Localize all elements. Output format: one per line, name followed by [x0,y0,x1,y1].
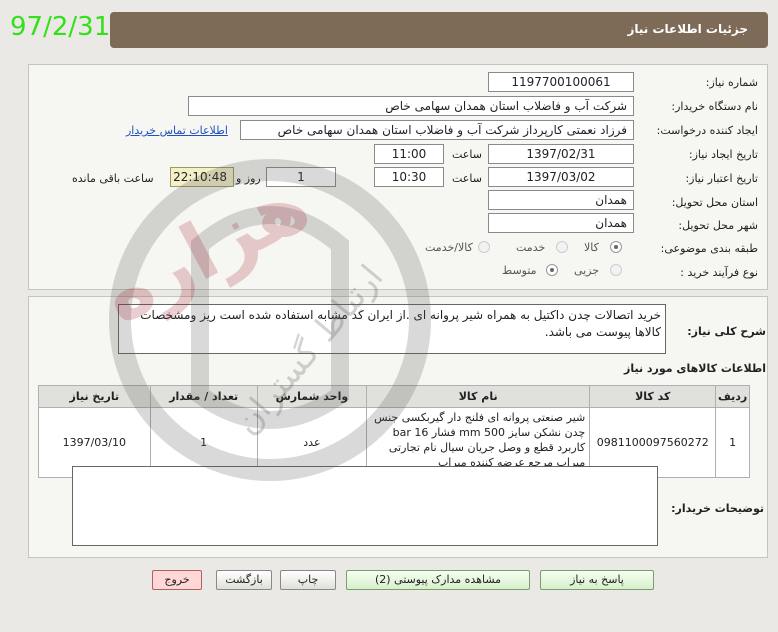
col-code: کد کالا [589,385,717,408]
purchase-radio-medium[interactable] [546,264,558,276]
buyer-contact-link[interactable]: اطلاعات تماس خریدار [126,124,228,137]
category-option-both: کالا/خدمت [425,241,473,254]
category-radio-goods[interactable] [610,241,622,253]
col-name: نام کالا [366,385,591,408]
buyer-notes-label: توضیحات خریدار: [671,502,764,515]
items-table: ردیف کد کالا نام کالا واحد شمارش تعداد /… [38,385,750,478]
validity-date-field: 1397/03/02 [488,167,634,187]
need-number-label: شماره نیاز: [705,76,758,89]
col-qty: تعداد / مقدار [149,385,258,408]
purchase-radio-minor[interactable] [610,264,622,276]
city-label: شهر محل تحویل: [678,219,758,232]
summary-label: شرح کلی نیاز: [687,325,766,338]
category-option-service: خدمت [516,241,546,254]
print-button[interactable]: چاپ [280,570,336,590]
page-title: جزئیات اطلاعات نیاز [627,22,748,36]
category-radio-service[interactable] [556,241,568,253]
purchase-option-medium: متوسط [502,264,537,277]
validity-time-label: ساعت [452,172,482,185]
date-stamp: 97/2/31 [10,12,111,42]
items-section-title: اطلاعات کالاهای مورد نیاز [624,362,766,375]
remaining-days-field: 1 [266,167,336,187]
items-table-header: ردیف کد کالا نام کالا واحد شمارش تعداد /… [38,385,750,408]
buyer-org-label: نام دستگاه خریدار: [671,100,758,113]
summary-text: خرید اتصالات چدن داکتیل به همراه شیر پرو… [118,304,666,354]
requester-label: ایجاد کننده درخواست: [656,124,758,137]
category-radio-both[interactable] [478,241,490,253]
days-label: روز و [236,172,261,185]
purchase-option-minor: جزیی [574,264,600,277]
created-time-field: 11:00 [374,144,444,164]
buyer-org-field: شرکت آب و فاضلاب استان همدان سهامی خاص [188,96,634,116]
col-date: تاریخ نیاز [38,385,151,408]
province-label: استان محل تحویل: [671,196,758,209]
purchase-type-label: نوع فرآیند خرید : [680,266,758,279]
created-time-label: ساعت [452,148,482,161]
province-field: همدان [488,190,634,210]
reply-button[interactable]: پاسخ به نیاز [540,570,654,590]
exit-button[interactable]: خروج [152,570,202,590]
validity-date-label: تاریخ اعتبار نیاز: [685,172,758,185]
col-unit: واحد شمارش [256,385,368,408]
view-attachments-button[interactable]: مشاهده مدارک پیوستی (2) [346,570,530,590]
remaining-label: ساعت باقی مانده [72,172,154,185]
category-label: طبقه بندی موضوعی: [660,242,758,255]
remaining-time-field: 22:10:48 [170,167,234,187]
created-date-label: تاریخ ایجاد نیاز: [688,148,758,161]
city-field: همدان [488,213,634,233]
cell-row: 1 [715,407,750,478]
back-button[interactable]: بازگشت [216,570,272,590]
col-row: ردیف [715,385,750,408]
need-number-field: 1197700100061 [488,72,634,92]
requester-field: فرزاد نعمتی کارپرداز شرکت آب و فاضلاب اس… [240,120,634,140]
validity-time-field: 10:30 [374,167,444,187]
buyer-notes-text [72,466,658,546]
category-option-goods: کالا [584,241,599,254]
created-date-field: 1397/02/31 [488,144,634,164]
header-bar: جزئیات اطلاعات نیاز [110,12,768,48]
